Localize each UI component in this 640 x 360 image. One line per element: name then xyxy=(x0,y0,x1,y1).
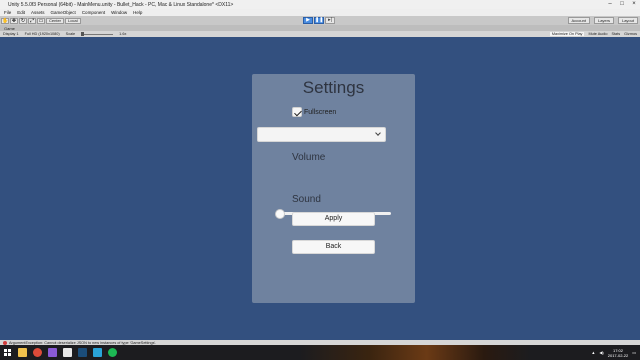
menu-window[interactable]: Window xyxy=(111,10,127,15)
minimize-button[interactable]: – xyxy=(604,0,616,9)
system-tray: ▲ ◀) 17:02 2017-02-22 ▭ xyxy=(591,345,636,360)
step-button[interactable]: ▸| xyxy=(325,17,335,24)
game-view: Settings Fullscreen Volume Sound Apply B… xyxy=(0,37,640,340)
tab-game[interactable]: Game xyxy=(4,26,15,31)
windows-logo-icon xyxy=(3,349,11,356)
layers-dropdown[interactable]: Layers xyxy=(593,17,614,24)
menu-edit[interactable]: Edit xyxy=(17,10,25,15)
taskbar-wallpaper xyxy=(300,345,530,360)
window-title-bar: Unity 5.5.0f3 Personal (64bit) - MainMen… xyxy=(0,0,640,9)
pivot-toggle[interactable]: Center xyxy=(46,17,65,24)
rect-tool-icon[interactable]: ▭ xyxy=(37,17,45,24)
sound-label: Sound xyxy=(292,194,321,205)
status-message[interactable]: ArgumentException: Cannot deserialize JS… xyxy=(9,341,156,345)
fullscreen-label: Fullscreen xyxy=(304,108,337,116)
layout-dropdown[interactable]: Layout xyxy=(617,17,638,24)
close-button[interactable]: × xyxy=(628,0,640,9)
toolbar: ✋ ✥ ↻ ⤢ ▭ Center Local ▶ ❚❚ ▸| Account L… xyxy=(0,16,640,25)
spotify-icon[interactable] xyxy=(108,348,117,357)
apply-button[interactable]: Apply xyxy=(292,212,375,226)
hand-tool-icon[interactable]: ✋ xyxy=(1,17,9,24)
resolution-dropdown[interactable] xyxy=(257,127,386,142)
back-button[interactable]: Back xyxy=(292,240,375,254)
pause-button[interactable]: ❚❚ xyxy=(314,17,324,24)
steam-icon[interactable] xyxy=(78,348,87,357)
stats-toggle[interactable]: Stats xyxy=(611,32,620,36)
menu-bar: File Edit Assets GameObject Component Wi… xyxy=(0,9,640,16)
fullscreen-checkbox[interactable] xyxy=(292,107,302,117)
settings-title: Settings xyxy=(302,78,365,97)
menu-gameobject[interactable]: GameObject xyxy=(51,10,76,15)
chrome-icon[interactable] xyxy=(33,348,42,357)
play-button[interactable]: ▶ xyxy=(303,17,313,24)
aspect-dropdown[interactable]: Full HD (1920x1080) xyxy=(25,32,60,36)
menu-component[interactable]: Component xyxy=(82,10,105,15)
visual-studio-icon[interactable] xyxy=(48,348,57,357)
window-title: Unity 5.5.0f3 Personal (64bit) - MainMen… xyxy=(8,1,234,8)
toolbar-right: Account Layers Layout xyxy=(567,17,638,24)
error-icon xyxy=(3,340,7,345)
mute-audio-toggle[interactable]: Mute Audio xyxy=(588,32,607,36)
playback-controls: ▶ ❚❚ ▸| xyxy=(303,17,335,24)
scale-tool-icon[interactable]: ⤢ xyxy=(28,17,36,24)
menu-assets[interactable]: Assets xyxy=(31,10,45,15)
volume-slider-handle[interactable] xyxy=(275,209,285,219)
maximize-button[interactable]: □ xyxy=(616,0,628,9)
gizmos-dropdown[interactable]: Gizmos xyxy=(624,32,637,36)
settings-panel: Settings Fullscreen Volume Sound Apply B… xyxy=(252,74,415,303)
display-dropdown[interactable]: Display 1 xyxy=(3,32,19,36)
scale-label: Scale xyxy=(65,32,76,36)
scale-slider[interactable] xyxy=(81,32,114,36)
photoshop-icon[interactable] xyxy=(93,348,102,357)
volume-icon[interactable]: ◀) xyxy=(599,350,603,355)
unity-icon[interactable] xyxy=(63,348,72,357)
clock[interactable]: 17:02 2017-02-22 xyxy=(608,348,628,358)
rotate-tool-icon[interactable]: ↻ xyxy=(19,17,27,24)
start-button[interactable] xyxy=(0,345,14,360)
volume-label: Volume xyxy=(292,152,326,163)
window-controls: – □ × xyxy=(604,0,640,9)
fullscreen-toggle[interactable]: Fullscreen xyxy=(292,107,336,117)
space-toggle[interactable]: Local xyxy=(65,17,81,24)
move-tool-icon[interactable]: ✥ xyxy=(10,17,18,24)
clock-date: 2017-02-22 xyxy=(607,352,629,358)
menu-file[interactable]: File xyxy=(4,10,11,15)
maximize-on-play-toggle[interactable]: Maximize On Play xyxy=(549,32,585,36)
file-explorer-icon[interactable] xyxy=(18,348,27,357)
notifications-icon[interactable]: ▭ xyxy=(632,350,636,355)
network-icon[interactable]: ▲ xyxy=(591,350,595,355)
menu-help[interactable]: Help xyxy=(133,10,142,15)
account-dropdown[interactable]: Account xyxy=(567,17,590,24)
scale-value: 1.6x xyxy=(119,32,127,36)
chevron-down-icon xyxy=(375,130,381,136)
taskbar-apps xyxy=(18,348,117,357)
